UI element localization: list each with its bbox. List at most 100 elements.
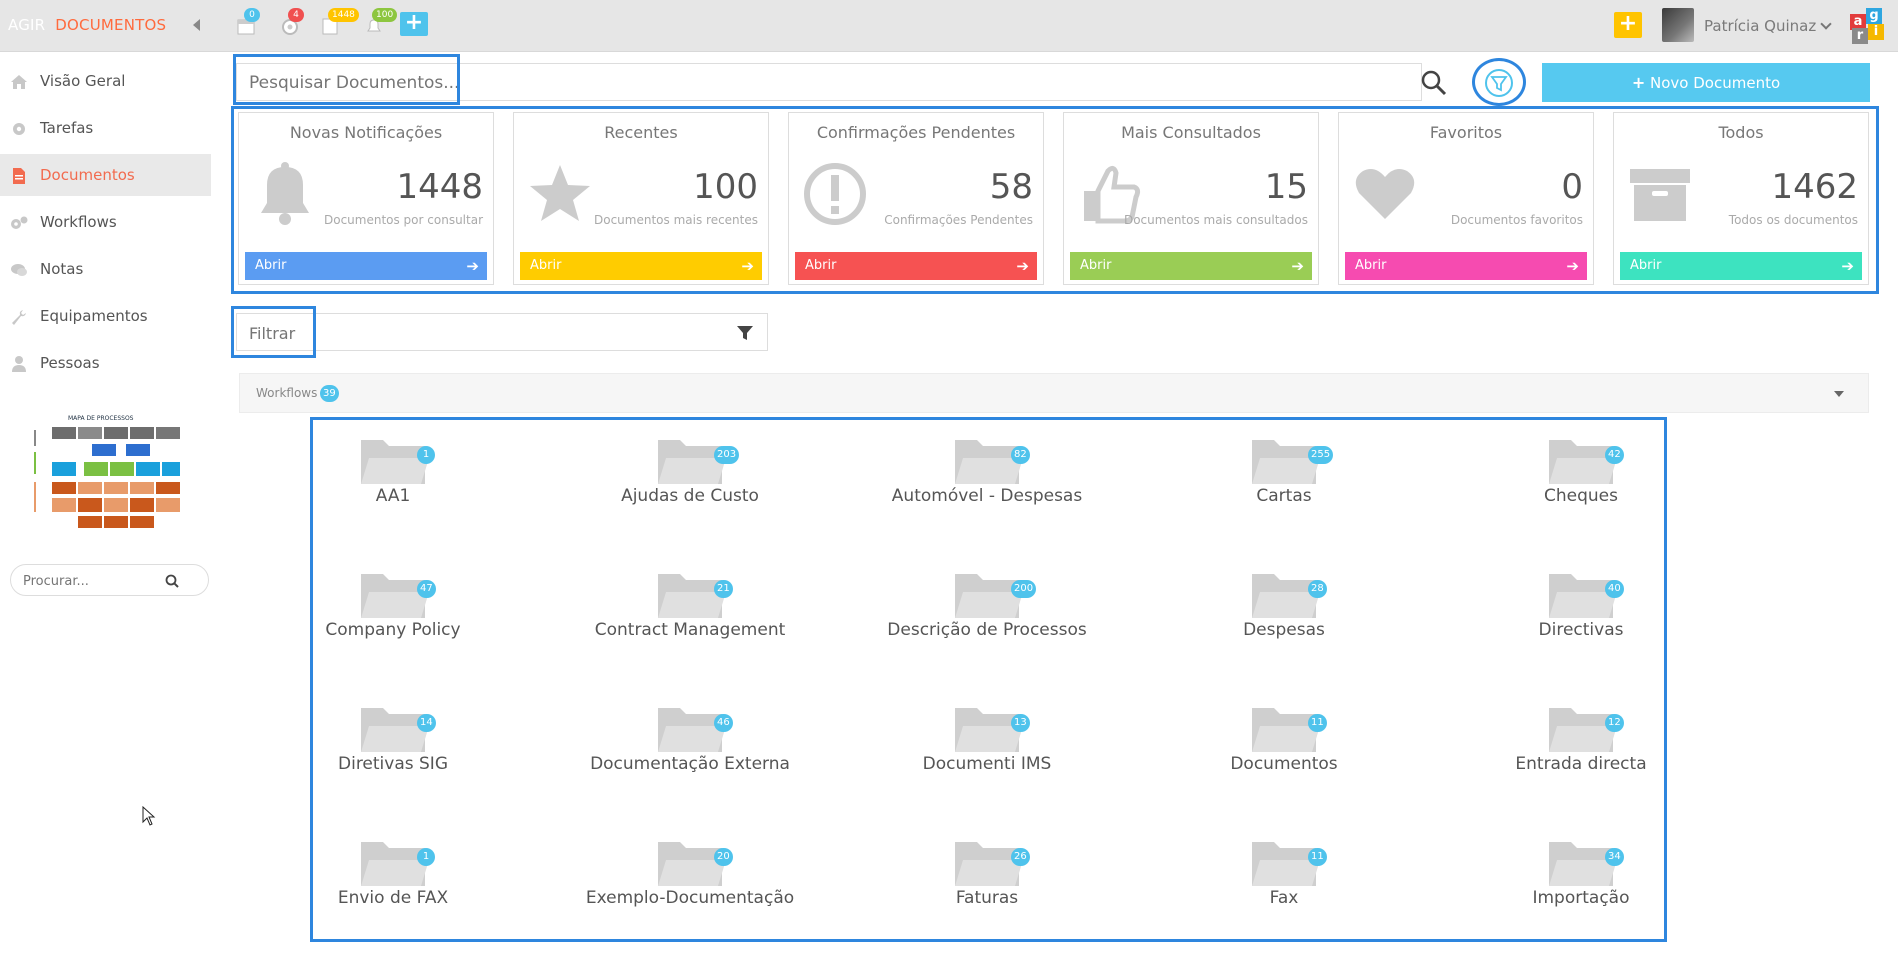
folder-name: Directivas [1538, 620, 1624, 640]
user-name[interactable]: Patrícia Quinaz [1704, 17, 1816, 35]
folder-name: AA1 [375, 486, 411, 506]
folder-item[interactable]: 1 Envio de FAX [273, 828, 513, 938]
chevron-down-icon[interactable] [1820, 18, 1832, 30]
sidebar-item-workflows[interactable]: Workflows [0, 201, 211, 243]
folder-item[interactable]: 1 AA1 [273, 426, 513, 536]
folder-count-badge: 20 [714, 848, 733, 866]
folder-item[interactable]: 21 Contract Management [570, 560, 810, 670]
sidebar-item-documentos[interactable]: Documentos [0, 154, 211, 196]
folder-count-badge: 47 [417, 580, 436, 598]
sidebar-item-tarefas[interactable]: Tarefas [0, 107, 211, 149]
filter-highlight [231, 306, 316, 358]
folder-item[interactable]: 34 Importação [1461, 828, 1701, 938]
bell-icon [261, 162, 309, 225]
card-subtitle: Todos os documentos [1728, 213, 1858, 227]
new-document-button[interactable]: + Novo Documento [1542, 63, 1870, 102]
bell-badge: 100 [372, 8, 398, 22]
folder-item[interactable]: 82 Automóvel - Despesas [867, 426, 1107, 536]
folder-item[interactable]: 20 Exemplo-Documentação [570, 828, 810, 938]
folder-item[interactable]: 11 Documentos [1164, 694, 1404, 804]
folder-item[interactable]: 12 Entrada directa [1461, 694, 1701, 804]
folder-item[interactable]: 11 Fax [1164, 828, 1404, 938]
card-value: 100 [693, 167, 758, 207]
folder-count-badge: 11 [1308, 848, 1327, 866]
card-open-button[interactable]: Abrir ➔ [520, 252, 762, 280]
sidebar-search[interactable] [10, 564, 209, 596]
folder-item[interactable]: 42 Cheques [1461, 426, 1701, 536]
collapse-sidebar-icon[interactable] [193, 19, 200, 31]
funnel-icon[interactable] [735, 323, 755, 343]
star-icon [530, 165, 590, 221]
card-open-button[interactable]: Abrir ➔ [795, 252, 1037, 280]
folder-item[interactable]: 46 Documentação Externa [570, 694, 810, 804]
search-highlight [233, 54, 460, 105]
card-confirmacoes-pendentes: Confirmações Pendentes 58 Confirmações P… [788, 112, 1044, 285]
sidebar-item-label: Documentos [40, 166, 135, 184]
folder-count-badge: 255 [1308, 446, 1334, 464]
folder-item[interactable]: 200 Descrição de Processos [867, 560, 1107, 670]
arrow-right-icon: ➔ [1566, 257, 1579, 275]
folder-name: Diretivas SIG [338, 754, 448, 774]
folder-item[interactable]: 28 Despesas [1164, 560, 1404, 670]
folder-name: Entrada directa [1515, 754, 1647, 774]
folder-name: Contract Management [594, 620, 786, 640]
filter-button[interactable] [1472, 58, 1526, 106]
card-value: 0 [1561, 167, 1583, 207]
folder-count-badge: 11 [1308, 714, 1327, 732]
brand[interactable]: AGIR DOCUMENTOS [8, 16, 166, 34]
card-open-button[interactable]: Abrir ➔ [1070, 252, 1312, 280]
workflows-label: Workflows [256, 386, 318, 400]
quick-add-button[interactable]: + [1614, 12, 1642, 38]
folder-item[interactable]: 47 Company Policy [273, 560, 513, 670]
bell-icon[interactable]: 100 [364, 8, 398, 36]
app-logo[interactable]: a g r i [1850, 8, 1886, 44]
folder-name: Company Policy [325, 620, 461, 640]
folder-item[interactable]: 14 Diretivas SIG [273, 694, 513, 804]
archive-icon [1630, 169, 1690, 221]
folder-name: Envio de FAX [337, 888, 449, 908]
folder-item[interactable]: 40 Directivas [1461, 560, 1701, 670]
sidebar-item-visao-geral[interactable]: Visão Geral [0, 60, 211, 102]
card-open-button[interactable]: Abrir ➔ [245, 252, 487, 280]
top-bar: AGIR DOCUMENTOS 0 4 1448 100 + + Patrícia… [0, 0, 1898, 52]
document-icon[interactable]: 1448 [320, 8, 359, 36]
sidebar-item-equipamentos[interactable]: Equipamentos [0, 295, 211, 337]
folder-name: Descrição de Processos [887, 620, 1087, 640]
folder-count-badge: 42 [1605, 446, 1624, 464]
sidebar-item-notas[interactable]: Notas [0, 248, 211, 290]
card-subtitle: Confirmações Pendentes [884, 213, 1033, 227]
sidebar-item-pessoas[interactable]: Pessoas [0, 342, 211, 384]
folder-item[interactable]: 255 Cartas [1164, 426, 1404, 536]
process-map-thumbnail[interactable]: MAPA DE PROCESSOS [12, 412, 182, 542]
card-title: Mais Consultados [1121, 123, 1261, 142]
card-subtitle: Documentos mais consultados [1123, 213, 1308, 227]
folder-item[interactable]: 203 Ajudas de Custo [570, 426, 810, 536]
sidebar-search-input[interactable] [23, 571, 163, 591]
search-icon[interactable] [165, 574, 179, 588]
folder-name: Documentos [1230, 754, 1338, 774]
arrow-right-icon: ➔ [1841, 257, 1854, 275]
add-button[interactable]: + [400, 12, 428, 36]
card-title: Favoritos [1429, 123, 1503, 142]
calendar-icon[interactable]: 0 [236, 8, 260, 36]
card-open-button[interactable]: Abrir ➔ [1345, 252, 1587, 280]
workflows-header[interactable]: Workflows 39 [239, 373, 1869, 413]
folder-name: Importação [1532, 888, 1630, 908]
card-subtitle: Documentos por consultar [323, 213, 483, 227]
workflows-count-badge: 39 [320, 385, 339, 402]
folder-item[interactable]: 26 Faturas [867, 828, 1107, 938]
folder-count-badge: 200 [1011, 580, 1037, 598]
folder-count-badge: 21 [714, 580, 733, 598]
card-open-button[interactable]: Abrir ➔ [1620, 252, 1862, 280]
card-subtitle: Documentos mais recentes [594, 213, 758, 227]
card-value: 1448 [396, 167, 483, 207]
card-title: Todos [1718, 123, 1764, 142]
card-value: 1462 [1771, 167, 1858, 207]
filter-input[interactable] [249, 322, 729, 344]
folder-item[interactable]: 13 Documenti IMS [867, 694, 1107, 804]
folder-count-badge: 12 [1605, 714, 1624, 732]
avatar[interactable] [1662, 8, 1694, 42]
caret-down-icon[interactable] [1834, 391, 1844, 397]
gear-icon[interactable]: 4 [280, 8, 304, 36]
search-icon[interactable] [1420, 69, 1448, 97]
